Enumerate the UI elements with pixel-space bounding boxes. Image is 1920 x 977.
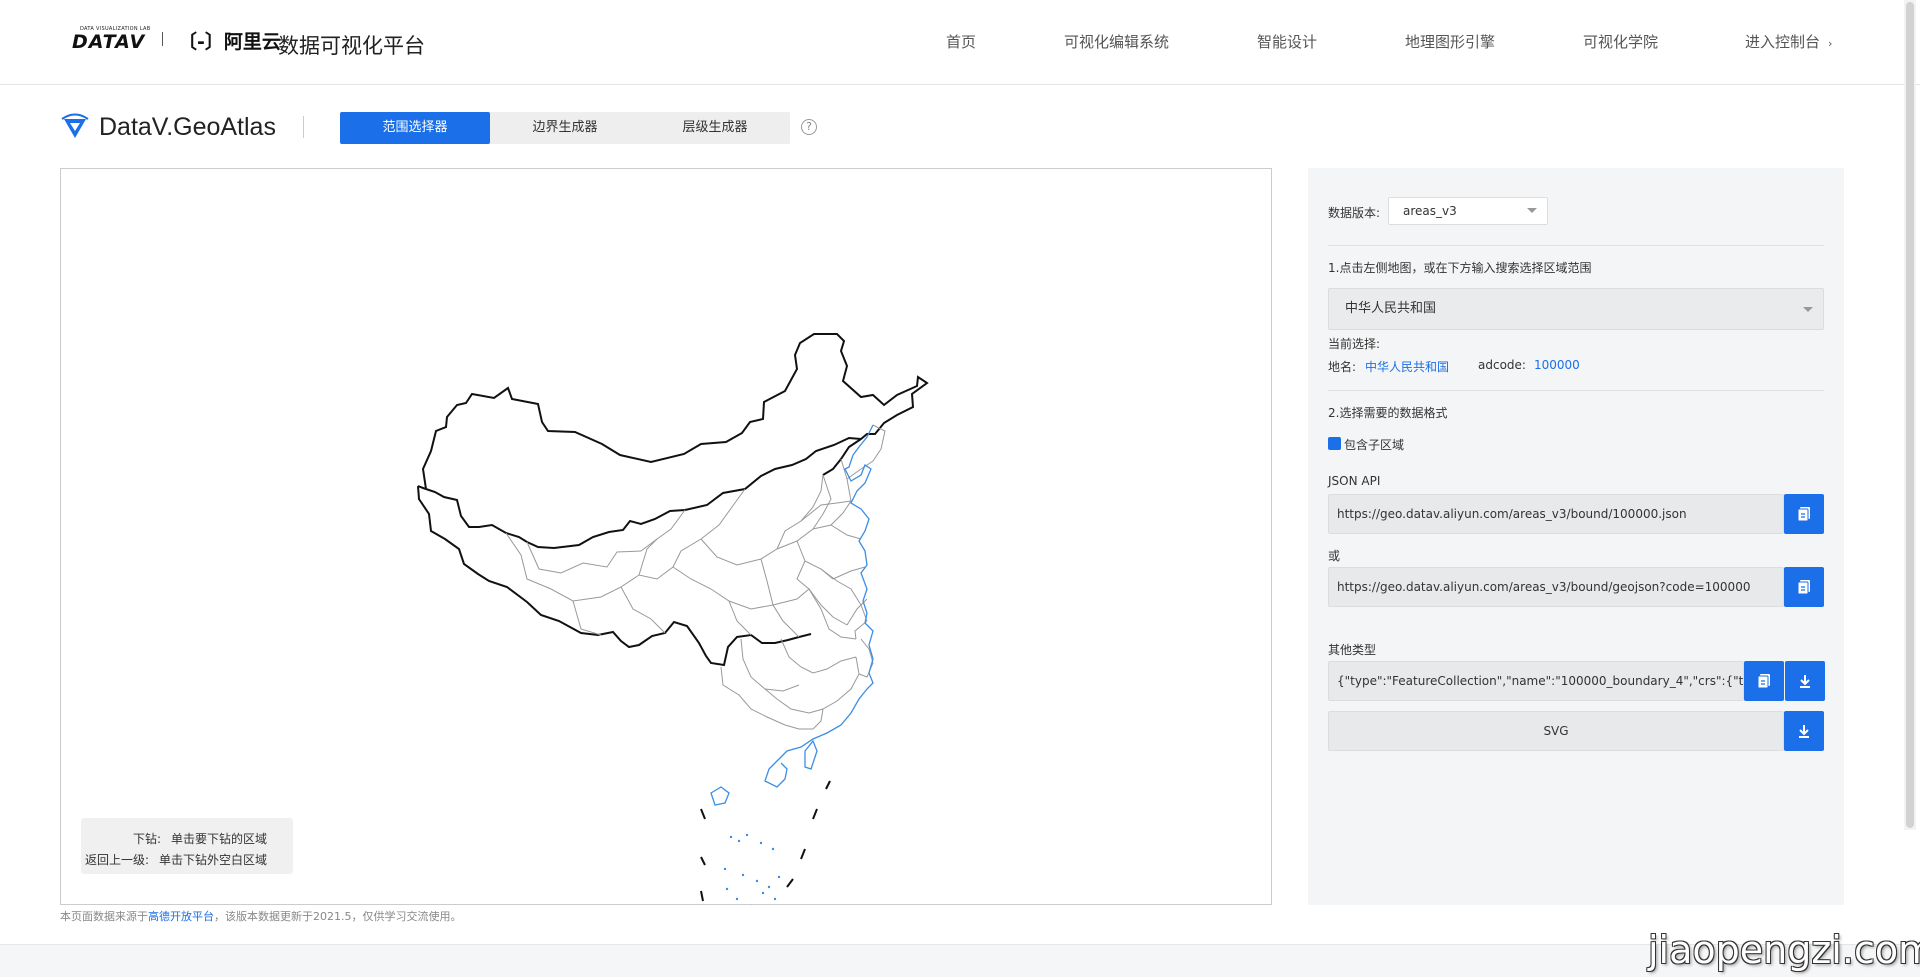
footnote-suffix: ，该版本数据更新于2021.5，仅供学习交流使用。 xyxy=(214,910,462,923)
china-southwest-boundary[interactable] xyxy=(417,485,812,667)
chevron-down-icon xyxy=(1527,208,1537,213)
site-title: 数据可视化平台 xyxy=(278,34,425,58)
china-outer-boundary[interactable] xyxy=(417,333,929,550)
include-subregions-label[interactable]: 包含子区域 xyxy=(1344,436,1404,453)
version-select[interactable]: areas_v3 xyxy=(1388,197,1548,225)
include-subregions-checkbox[interactable] xyxy=(1328,437,1341,450)
adcode-value: 100000 xyxy=(1534,358,1580,372)
nav-academy[interactable]: 可视化学院 xyxy=(1583,31,1658,52)
json-api-url-field[interactable]: https://geo.datav.aliyun.com/areas_v3/bo… xyxy=(1328,494,1784,534)
help-icon[interactable]: ? xyxy=(801,119,817,135)
copy-other-button[interactable] xyxy=(1744,661,1784,701)
top-navigation-bar: DATA VISUALIZATION LAB DATAV 〔-〕阿里云 数据可视… xyxy=(0,0,1920,85)
legend-row-drilldown: 下钻: 单击要下钻的区域 xyxy=(133,830,267,847)
datav-logo[interactable]: DATA VISUALIZATION LAB DATAV xyxy=(72,26,152,53)
legend-value: 单击要下钻的区域 xyxy=(170,832,267,846)
download-svg-button[interactable] xyxy=(1784,711,1824,751)
copy-json-api-button[interactable] xyxy=(1784,494,1824,534)
options-panel: 数据版本: areas_v3 1.点击左侧地图，或在下方输入搜索选择区域范围 中… xyxy=(1308,168,1844,905)
scrollbar-thumb[interactable] xyxy=(1906,2,1914,828)
hainan-island[interactable] xyxy=(710,786,730,806)
nav-console-label: 进入控制台 xyxy=(1745,33,1821,51)
tab-range-selector[interactable]: 范围选择器 xyxy=(340,112,490,144)
place-label: 地名: xyxy=(1328,360,1357,374)
legend-value: 单击下钻外空白区域 xyxy=(158,853,267,867)
download-icon xyxy=(1800,675,1810,688)
current-selection-label: 当前选择: xyxy=(1328,337,1381,351)
geoatlas-title: DataV.GeoAtlas xyxy=(99,113,276,141)
datav-logo-text: DATAV xyxy=(72,31,146,53)
adcode-label: adcode: xyxy=(1478,358,1526,372)
brand-divider xyxy=(303,116,304,138)
page-scrollbar[interactable] xyxy=(1904,0,1916,830)
copy-icon xyxy=(1757,674,1770,689)
version-label: 数据版本: xyxy=(1328,206,1381,220)
or-label: 或 xyxy=(1328,549,1341,563)
map-canvas[interactable]: 下钻: 单击要下钻的区域 返回上一级: 单击下钻外空白区域 xyxy=(60,168,1273,918)
nav-geo-engine[interactable]: 地理图形引擎 xyxy=(1405,31,1495,52)
divider xyxy=(1328,245,1824,246)
divider xyxy=(1328,390,1824,391)
south-sea-islands xyxy=(723,833,781,909)
taiwan-island[interactable] xyxy=(804,739,818,770)
nav-home[interactable]: 首页 xyxy=(946,31,976,52)
geojson-url-field[interactable]: https://geo.datav.aliyun.com/areas_v3/bo… xyxy=(1328,567,1784,607)
nav-smart-design[interactable]: 智能设计 xyxy=(1257,31,1317,52)
amap-link[interactable]: 高德开放平台 xyxy=(148,910,214,923)
region-select[interactable]: 中华人民共和国 xyxy=(1328,288,1824,330)
step2-text: 2.选择需要的数据格式 xyxy=(1328,406,1448,420)
svg-type-field[interactable]: SVG xyxy=(1328,711,1784,751)
other-type-field[interactable]: {"type":"FeatureCollection","name":"1000… xyxy=(1328,661,1744,701)
chevron-down-icon xyxy=(1803,307,1813,312)
data-source-note: 本页面数据来源于高德开放平台，该版本数据更新于2021.5，仅供学习交流使用。 xyxy=(60,908,462,924)
other-types-label: 其他类型 xyxy=(1328,643,1377,657)
datav-triangle-icon xyxy=(61,113,89,138)
tab-boundary-generator[interactable]: 边界生成器 xyxy=(490,112,640,144)
json-api-label: JSON API xyxy=(1328,474,1381,488)
legend-key: 返回上一级: xyxy=(84,853,149,867)
region-value: 中华人民共和国 xyxy=(1345,301,1437,316)
logo-divider xyxy=(162,32,163,46)
download-icon xyxy=(1799,725,1809,738)
map-legend: 下钻: 单击要下钻的区域 返回上一级: 单击下钻外空白区域 xyxy=(81,818,293,874)
nav-visual-editor[interactable]: 可视化编辑系统 xyxy=(1064,31,1169,52)
watermark-text: jiaopengzi.com xyxy=(1648,928,1920,972)
legend-key: 下钻: xyxy=(132,832,161,846)
nine-dash-line xyxy=(700,780,831,918)
download-other-button[interactable] xyxy=(1785,661,1825,701)
place-value: 中华人民共和国 xyxy=(1365,360,1450,374)
province-boundaries[interactable] xyxy=(505,424,886,730)
step1-text: 1.点击左侧地图，或在下方输入搜索选择区域范围 xyxy=(1328,261,1592,275)
copy-icon xyxy=(1797,580,1810,595)
footnote-prefix: 本页面数据来源于 xyxy=(60,910,148,923)
footer-band xyxy=(0,944,1920,977)
china-map[interactable] xyxy=(61,169,1273,918)
chevron-right-icon: › xyxy=(1828,37,1833,50)
nav-console[interactable]: 进入控制台 › xyxy=(1745,31,1832,52)
china-northeast-boundary[interactable] xyxy=(822,438,862,476)
tool-tabs: 范围选择器 边界生成器 层级生成器 xyxy=(340,112,790,144)
copy-icon xyxy=(1797,507,1810,522)
aliyun-logo[interactable]: 〔-〕阿里云 xyxy=(178,27,281,54)
tab-level-generator[interactable]: 层级生成器 xyxy=(640,112,790,144)
legend-row-back: 返回上一级: 单击下钻外空白区域 xyxy=(85,851,267,868)
version-value: areas_v3 xyxy=(1403,204,1457,218)
copy-geojson-button[interactable] xyxy=(1784,567,1824,607)
